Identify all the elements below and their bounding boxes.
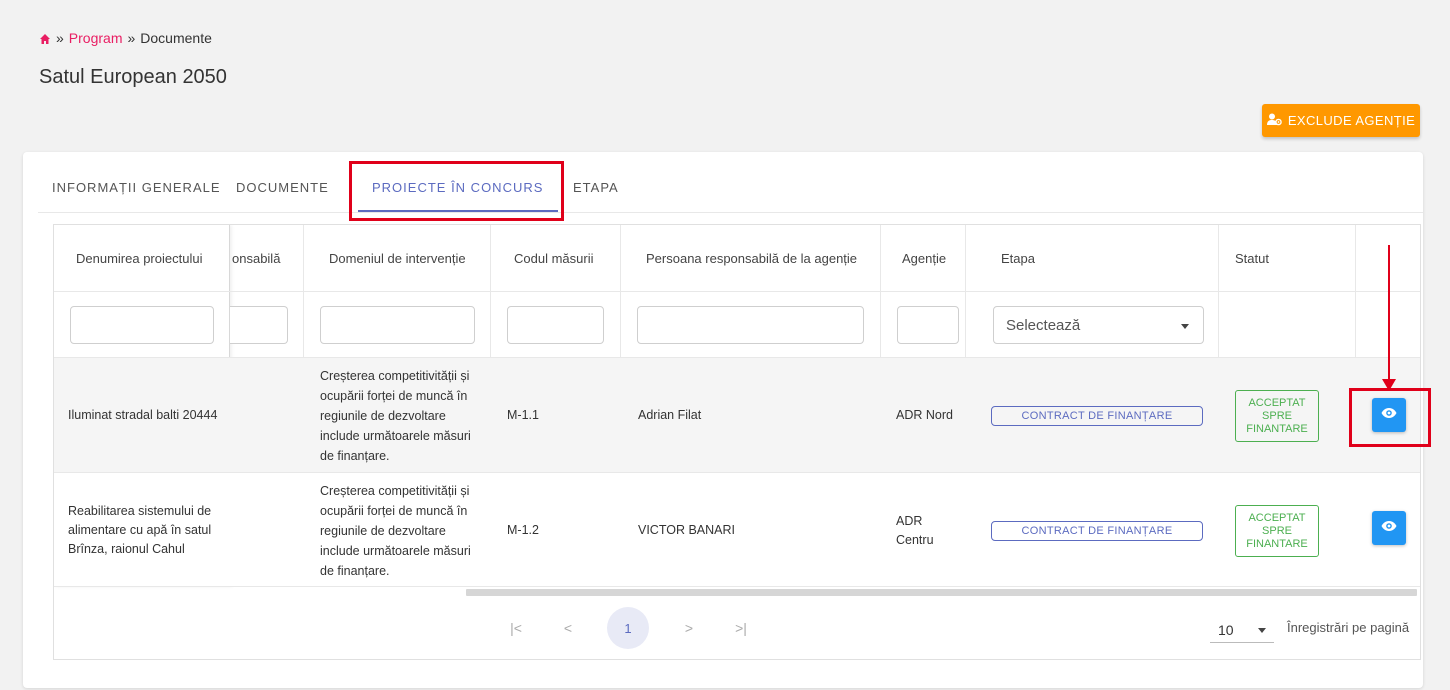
filter-row: Selectează bbox=[54, 291, 1420, 357]
breadcrumb-separator: » bbox=[127, 30, 136, 46]
page-title: Satul European 2050 bbox=[39, 66, 227, 88]
filter-domain-input[interactable] bbox=[320, 306, 475, 344]
header-intervention-domain[interactable]: Domeniul de intervenție bbox=[329, 225, 466, 291]
header-stage[interactable]: Etapa bbox=[1001, 225, 1035, 291]
cell-domain: Creșterea competitivității și ocupării f… bbox=[320, 483, 471, 578]
filter-code-input[interactable] bbox=[507, 306, 604, 344]
last-page-button[interactable]: >| bbox=[729, 611, 753, 645]
horizontal-scrollbar[interactable] bbox=[466, 589, 1417, 596]
filter-project-name-input[interactable] bbox=[70, 306, 214, 344]
home-icon[interactable] bbox=[39, 32, 51, 44]
filter-stage-value: Selectează bbox=[1006, 316, 1081, 334]
view-project-button[interactable] bbox=[1372, 511, 1406, 545]
filter-person-input[interactable] bbox=[637, 306, 864, 344]
cell-code: M-1.1 bbox=[507, 408, 539, 422]
cell-code: M-1.2 bbox=[507, 523, 539, 537]
cell-person: VICTOR BANARI bbox=[638, 523, 736, 537]
tab-bar: INFORMAȚII GENERALE DOCUMENTE PROIECTE Î… bbox=[38, 152, 1423, 213]
stage-badge: CONTRACT DE FINANȚARE bbox=[991, 521, 1203, 541]
stage-badge: CONTRACT DE FINANȚARE bbox=[991, 406, 1203, 426]
chevron-down-icon bbox=[1181, 324, 1189, 329]
per-page-select[interactable]: 10 bbox=[1210, 617, 1274, 643]
chevron-down-icon bbox=[1258, 628, 1266, 633]
per-page-value: 10 bbox=[1218, 621, 1234, 638]
filter-agency-input[interactable] bbox=[897, 306, 959, 344]
per-page-label: Înregistrări pe pagină bbox=[1287, 620, 1410, 635]
next-page-button[interactable]: > bbox=[679, 611, 699, 645]
breadcrumb: » Program » Documente bbox=[39, 30, 212, 46]
filter-responsible-input[interactable] bbox=[230, 306, 288, 344]
previous-page-button[interactable]: < bbox=[558, 611, 578, 645]
first-page-button[interactable]: |< bbox=[506, 611, 526, 645]
user-settings-icon bbox=[1266, 113, 1282, 129]
cell-agency: ADR Nord bbox=[896, 408, 953, 422]
cell-person: Adrian Filat bbox=[638, 408, 702, 422]
header-project-name[interactable]: Denumirea proiectului bbox=[76, 225, 202, 291]
tab-stage[interactable]: ETAPA bbox=[573, 180, 619, 195]
header-status[interactable]: Statut bbox=[1235, 225, 1269, 291]
table-row: Iluminat stradal balti 20444 Creșterea c… bbox=[54, 357, 1420, 472]
tab-general-info[interactable]: INFORMAȚII GENERALE bbox=[52, 180, 221, 195]
annotation-highlight-view-button bbox=[1349, 388, 1431, 447]
cell-domain: Creșterea competitivității și ocupării f… bbox=[320, 368, 471, 463]
breadcrumb-link-program[interactable]: Program bbox=[69, 30, 123, 46]
cell-project-name: Iluminat stradal balti 20444 bbox=[68, 408, 218, 422]
header-measure-code[interactable]: Codul măsurii bbox=[514, 225, 593, 291]
annotation-highlight-tab bbox=[349, 161, 564, 221]
status-badge: ACCEPTAT SPRE FINANTARE bbox=[1235, 390, 1319, 442]
page-1-button[interactable]: 1 bbox=[607, 607, 649, 649]
exclude-agency-button[interactable]: EXCLUDE AGENȚIE bbox=[1262, 104, 1420, 137]
exclude-agency-label: EXCLUDE AGENȚIE bbox=[1287, 113, 1416, 128]
eye-icon bbox=[1381, 519, 1397, 537]
status-badge: ACCEPTAT SPRE FINANTARE bbox=[1235, 505, 1319, 557]
header-agency[interactable]: Agenție bbox=[902, 225, 946, 291]
breadcrumb-separator: » bbox=[56, 30, 64, 46]
breadcrumb-current: Documente bbox=[140, 30, 212, 46]
pagination: |< < 1 > >| 10 Înregistrări pe pagină bbox=[54, 597, 1420, 659]
annotation-arrow bbox=[1382, 245, 1396, 391]
cell-agency: ADR Centru bbox=[896, 513, 934, 547]
projects-table: Denumirea proiectului onsabilă Domeniul … bbox=[53, 224, 1421, 660]
cell-project-name: Reabilitarea sistemului de alimentare cu… bbox=[68, 504, 212, 556]
header-responsible[interactable]: onsabilă bbox=[232, 225, 280, 291]
header-agency-person[interactable]: Persoana responsabilă de la agenție bbox=[646, 225, 857, 291]
filter-stage-select[interactable]: Selectează bbox=[993, 306, 1204, 344]
tab-documents[interactable]: DOCUMENTE bbox=[236, 180, 329, 195]
table-row: Reabilitarea sistemului de alimentare cu… bbox=[54, 472, 1420, 587]
